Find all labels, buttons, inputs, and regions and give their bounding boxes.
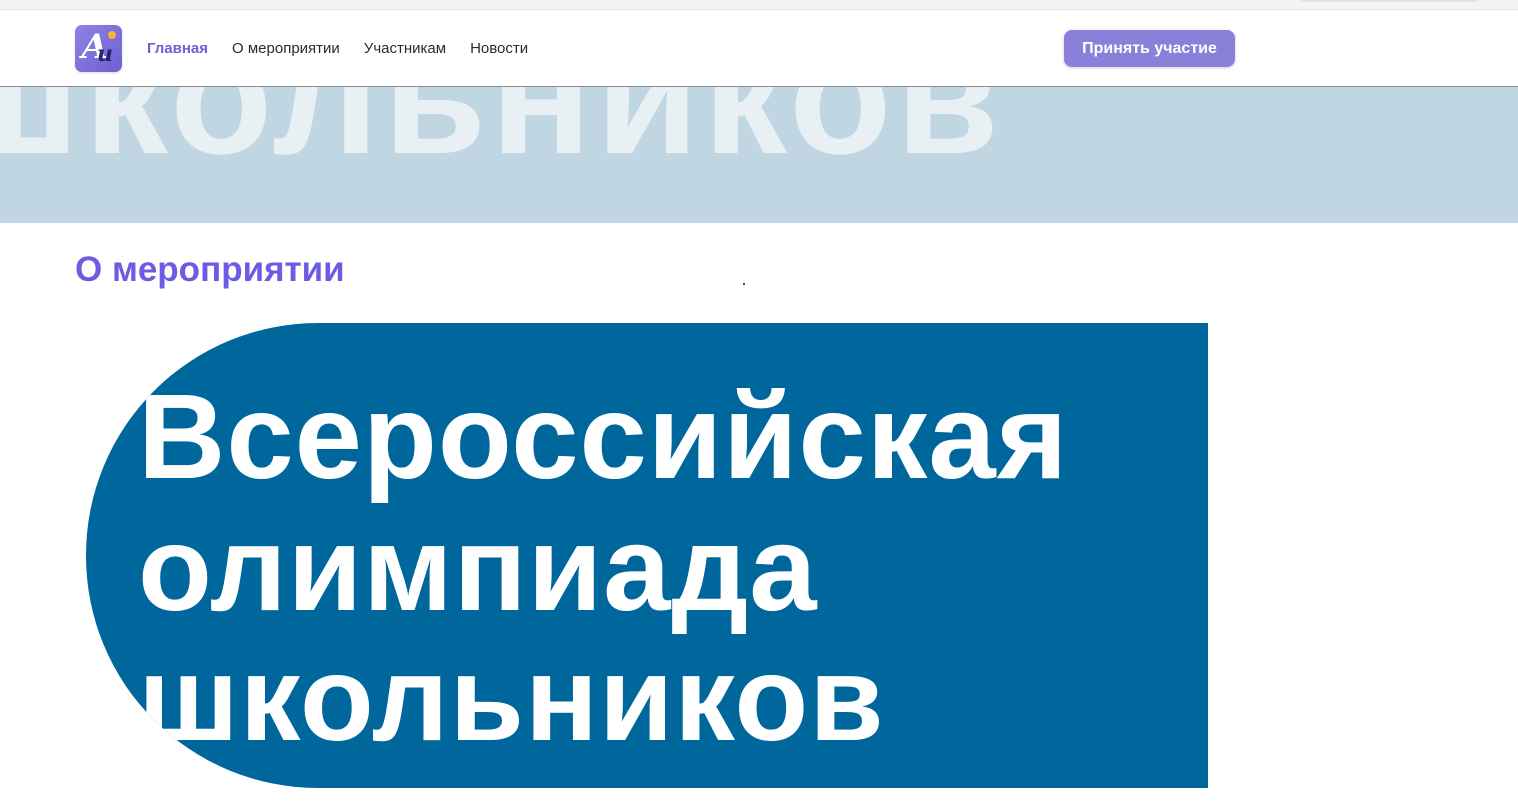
banner-line-2: олимпиада bbox=[138, 500, 818, 636]
nav-item-news[interactable]: Новости bbox=[470, 40, 528, 57]
banner-line-3: школьников bbox=[138, 630, 885, 766]
olympiad-banner-image: Всероссийская олимпиада школьников bbox=[86, 323, 1208, 788]
logo-dot bbox=[108, 31, 116, 39]
nav-item-home[interactable]: Главная bbox=[147, 40, 208, 57]
participate-button[interactable]: Принять участие bbox=[1064, 30, 1235, 67]
hero-watermark-text: школьников bbox=[0, 87, 1003, 189]
banner-line-1: Всероссийская bbox=[138, 368, 1069, 504]
stray-pixel bbox=[743, 283, 745, 285]
nav-item-participants[interactable]: Участникам bbox=[364, 40, 446, 57]
site-header: А и Главная О мероприятии Участникам Нов… bbox=[0, 10, 1518, 87]
site-logo[interactable]: А и bbox=[75, 25, 122, 72]
hero-banner: школьников bbox=[0, 87, 1518, 223]
browser-tab-pill bbox=[1300, 0, 1478, 2]
browser-top-strip bbox=[0, 0, 1518, 10]
section-title: О мероприятии bbox=[75, 250, 345, 289]
logo-letter-i: и bbox=[97, 41, 113, 67]
nav-item-about[interactable]: О мероприятии bbox=[232, 40, 340, 57]
main-nav: Главная О мероприятии Участникам Новости bbox=[147, 10, 552, 86]
